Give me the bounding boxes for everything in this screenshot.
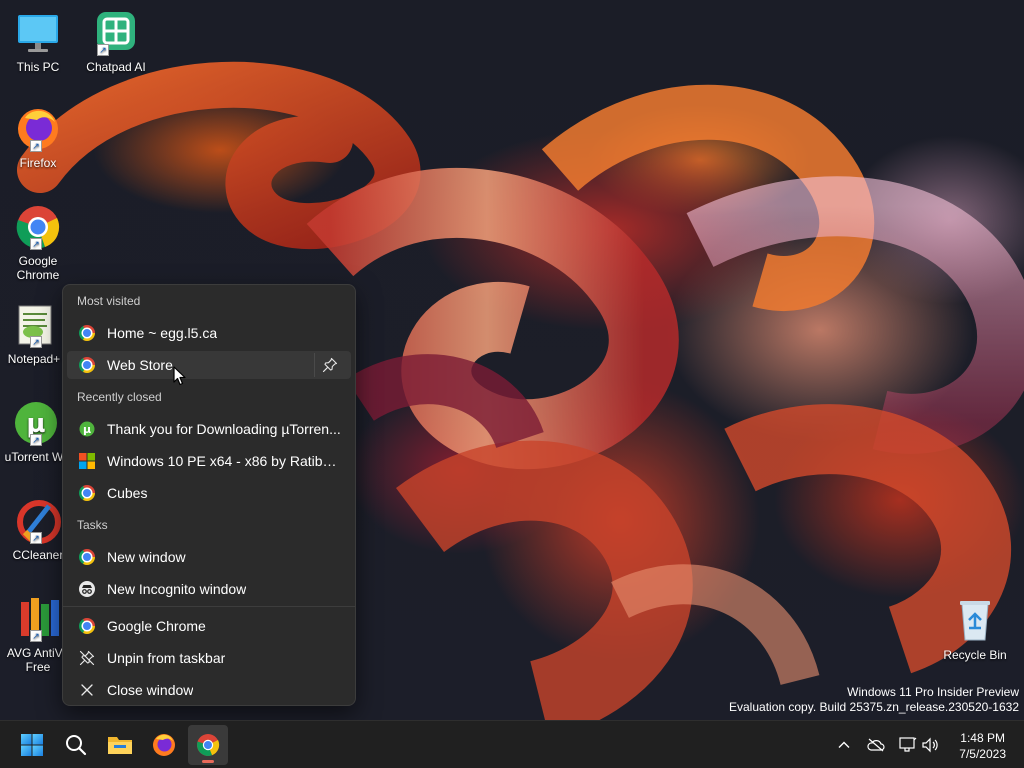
chrome-icon — [79, 357, 95, 373]
shortcut-arrow-icon: ↗ — [30, 238, 42, 250]
jump-list-action-open-chrome[interactable]: Google Chrome — [67, 612, 351, 640]
desktop-icon-label: Google Chrome — [16, 254, 60, 282]
monitor-icon — [15, 10, 61, 56]
chrome-icon — [79, 325, 95, 341]
jump-list-item-label: Windows 10 PE x64 - x86 by Ratibor... — [107, 453, 343, 469]
jump-list-item-label: Cubes — [107, 485, 148, 501]
desktop-icon-label: Firefox — [19, 156, 57, 170]
chrome-icon — [197, 734, 220, 756]
chrome-icon — [79, 549, 95, 565]
chatpad-icon: ↗ — [93, 10, 139, 56]
desktop-icon-firefox[interactable]: ↗ Firefox — [0, 106, 76, 170]
jump-list-item-home[interactable]: Home ~ egg.l5.ca — [67, 319, 351, 347]
desktop-icon-google-chrome[interactable]: ↗ Google Chrome — [0, 204, 76, 282]
jump-list-item-cubes[interactable]: Cubes — [67, 479, 351, 507]
jump-list-item-label: Close window — [107, 682, 194, 698]
windows-evaluation-watermark: Windows 11 Pro Insider Preview Evaluatio… — [729, 685, 1019, 715]
jump-list-item-new-incognito-window[interactable]: New Incognito window — [67, 575, 351, 603]
chrome-icon — [79, 485, 95, 501]
svg-text:µ: µ — [83, 423, 91, 436]
taskbar: 1:48 PM 7/5/2023 — [0, 720, 1024, 768]
firefox-icon — [153, 734, 175, 756]
utorrent-icon: µ — [79, 421, 95, 437]
avg-icon: ↗ — [15, 596, 61, 642]
chrome-taskbar-button[interactable] — [188, 725, 228, 765]
clock-date: 7/5/2023 — [959, 747, 1006, 761]
jump-list-item-label: New window — [107, 549, 186, 565]
jump-list-item-label: Home ~ egg.l5.ca — [107, 325, 218, 341]
chrome-jump-list: Most visited Home ~ egg.l5.ca Web Store … — [62, 284, 356, 706]
desktop-icon-label: Chatpad AI — [86, 60, 146, 74]
system-clock[interactable]: 1:48 PM 7/5/2023 — [959, 730, 1006, 762]
pin-button[interactable] — [314, 353, 345, 377]
close-icon — [79, 682, 95, 698]
chrome-icon: ↗ — [15, 204, 61, 250]
desktop-icon-label: This PC — [16, 60, 60, 74]
tasks-header: Tasks — [77, 518, 108, 532]
ccleaner-icon: ↗ — [15, 498, 61, 544]
start-icon — [21, 734, 43, 756]
jump-list-item-new-window[interactable]: New window — [67, 543, 351, 571]
desktop-icon-label: uTorrent W — [4, 450, 64, 464]
network-icon — [899, 737, 917, 752]
mouse-cursor-icon — [173, 366, 186, 386]
watermark-line-edition: Windows 11 Pro Insider Preview — [847, 685, 1019, 699]
shortcut-arrow-icon: ↗ — [30, 434, 42, 446]
recycle-bin-icon — [952, 598, 998, 644]
unpin-icon — [79, 650, 95, 666]
volume-control[interactable] — [921, 735, 941, 755]
recently-closed-header: Recently closed — [77, 390, 162, 404]
jump-list-item-windows-pe[interactable]: Windows 10 PE x64 - x86 by Ratibor... — [67, 447, 351, 475]
desktop-icon-label: Notepad+ — [7, 352, 61, 366]
jump-list-item-utorrent-download[interactable]: µ Thank you for Downloading µTorren... — [67, 415, 351, 443]
desktop-icon-recycle-bin[interactable]: Recycle Bin — [937, 598, 1013, 662]
clock-time: 1:48 PM — [960, 731, 1005, 745]
file-explorer-button[interactable] — [100, 725, 140, 765]
notepad-plus-icon: ↗ — [11, 302, 57, 348]
jump-list-action-close-window[interactable]: Close window — [67, 676, 351, 704]
jump-list-item-label: Google Chrome — [107, 618, 206, 634]
search-button[interactable] — [56, 725, 96, 765]
pin-icon — [322, 357, 338, 373]
jump-list-item-label: Thank you for Downloading µTorren... — [107, 421, 341, 437]
volume-icon — [922, 737, 938, 753]
chrome-icon — [79, 618, 95, 634]
shortcut-arrow-icon: ↗ — [30, 532, 42, 544]
desktop-icon-label: CCleaner — [12, 548, 64, 562]
desktop-icon-label: AVG AntiVir Free — [6, 646, 70, 674]
watermark-line-build: Evaluation copy. Build 25375.zn_release.… — [729, 700, 1019, 714]
shortcut-arrow-icon: ↗ — [30, 140, 42, 152]
shortcut-arrow-icon: ↗ — [30, 336, 42, 348]
show-hidden-icons-button[interactable] — [834, 735, 854, 755]
onedrive-status[interactable] — [866, 735, 886, 755]
jump-list-item-label: New Incognito window — [107, 581, 247, 597]
start-button[interactable] — [12, 725, 52, 765]
most-visited-header: Most visited — [77, 294, 141, 308]
jump-list-item-label: Unpin from taskbar — [107, 650, 226, 666]
firefox-taskbar-button[interactable] — [144, 725, 184, 765]
shortcut-arrow-icon: ↗ — [30, 630, 42, 642]
cloud-off-icon — [867, 738, 885, 752]
utorrent-icon: µ ↗ — [11, 400, 57, 446]
desktop-icon-label: Recycle Bin — [943, 648, 1007, 662]
search-icon — [66, 735, 87, 756]
windows-pe-icon — [79, 453, 95, 469]
network-status[interactable] — [898, 735, 918, 755]
jump-list-divider — [63, 606, 355, 607]
jump-list-action-unpin[interactable]: Unpin from taskbar — [67, 644, 351, 672]
desktop-icon-chatpad-ai[interactable]: ↗ Chatpad AI — [78, 10, 154, 74]
jump-list-item-web-store[interactable]: Web Store — [67, 351, 351, 379]
shortcut-arrow-icon: ↗ — [97, 44, 109, 56]
file-explorer-icon — [108, 737, 132, 754]
incognito-icon — [79, 581, 95, 597]
jump-list-item-label: Web Store — [107, 357, 173, 373]
chevron-up-icon — [838, 741, 850, 748]
firefox-icon: ↗ — [15, 106, 61, 152]
desktop-icon-this-pc[interactable]: This PC — [0, 10, 76, 74]
running-indicator — [202, 760, 214, 763]
